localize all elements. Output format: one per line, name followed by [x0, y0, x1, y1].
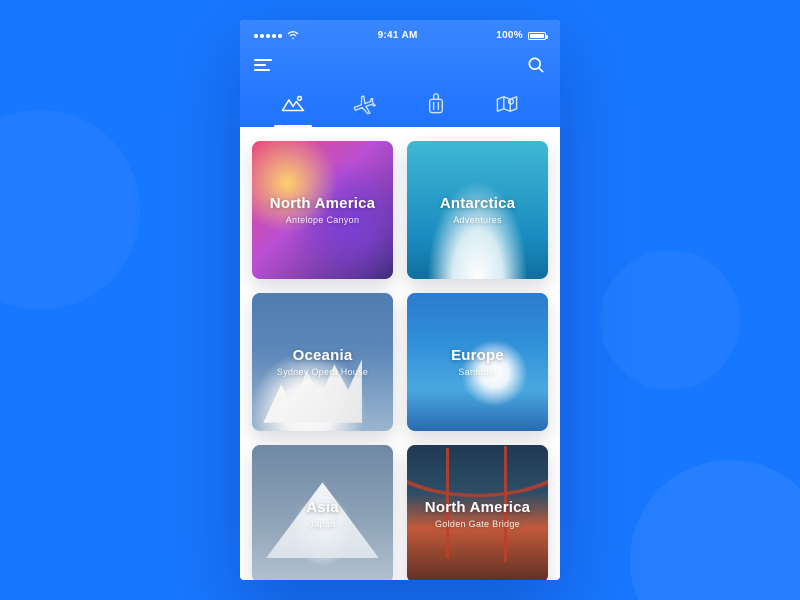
search-icon[interactable]	[526, 55, 546, 75]
tab-flights[interactable]	[349, 91, 379, 117]
plane-icon	[352, 93, 376, 115]
card-title: Antarctica	[440, 195, 515, 212]
destination-card[interactable]: Oceania Sydney Opera House	[252, 293, 393, 431]
category-tabs	[254, 79, 546, 127]
destination-card[interactable]: Asia Japan	[252, 445, 393, 580]
battery-percent: 100%	[496, 30, 523, 41]
card-title: Asia	[306, 499, 339, 516]
card-subtitle: Golden Gate Bridge	[425, 519, 530, 529]
battery-icon	[528, 32, 546, 40]
card-title: North America	[270, 195, 375, 212]
background-decoration	[630, 460, 800, 600]
destination-card[interactable]: North America Golden Gate Bridge	[407, 445, 548, 580]
tab-luggage[interactable]	[421, 91, 451, 117]
signal-strength-icon	[254, 34, 282, 38]
card-subtitle: Sydney Opera House	[277, 367, 368, 377]
status-bar: 9:41 AM 100%	[254, 30, 546, 41]
tab-map[interactable]	[492, 91, 522, 117]
background-decoration	[0, 110, 140, 310]
card-subtitle: Japan	[306, 519, 339, 529]
menu-button[interactable]	[254, 59, 272, 71]
card-title: Oceania	[277, 347, 368, 364]
card-title: Europe	[451, 347, 504, 364]
wifi-icon	[287, 31, 299, 40]
map-pin-icon	[495, 93, 519, 115]
suitcase-icon	[426, 93, 446, 115]
tab-explore[interactable]	[278, 91, 308, 117]
background-decoration	[600, 250, 740, 390]
destination-card[interactable]: North America Antelope Canyon	[252, 141, 393, 279]
destination-grid: North America Antelope Canyon Antarctica…	[252, 141, 548, 580]
status-time: 9:41 AM	[378, 30, 418, 41]
phone-frame: 9:41 AM 100%	[240, 20, 560, 580]
card-subtitle: Adventures	[440, 215, 515, 225]
card-title: North America	[425, 499, 530, 516]
card-subtitle: Antelope Canyon	[270, 215, 375, 225]
card-subtitle: Santorini	[451, 367, 504, 377]
destination-card[interactable]: Europe Santorini	[407, 293, 548, 431]
app-header: 9:41 AM 100%	[240, 20, 560, 127]
mountain-icon	[280, 93, 306, 115]
main-content: North America Antelope Canyon Antarctica…	[240, 127, 560, 580]
destination-card[interactable]: Antarctica Adventures	[407, 141, 548, 279]
